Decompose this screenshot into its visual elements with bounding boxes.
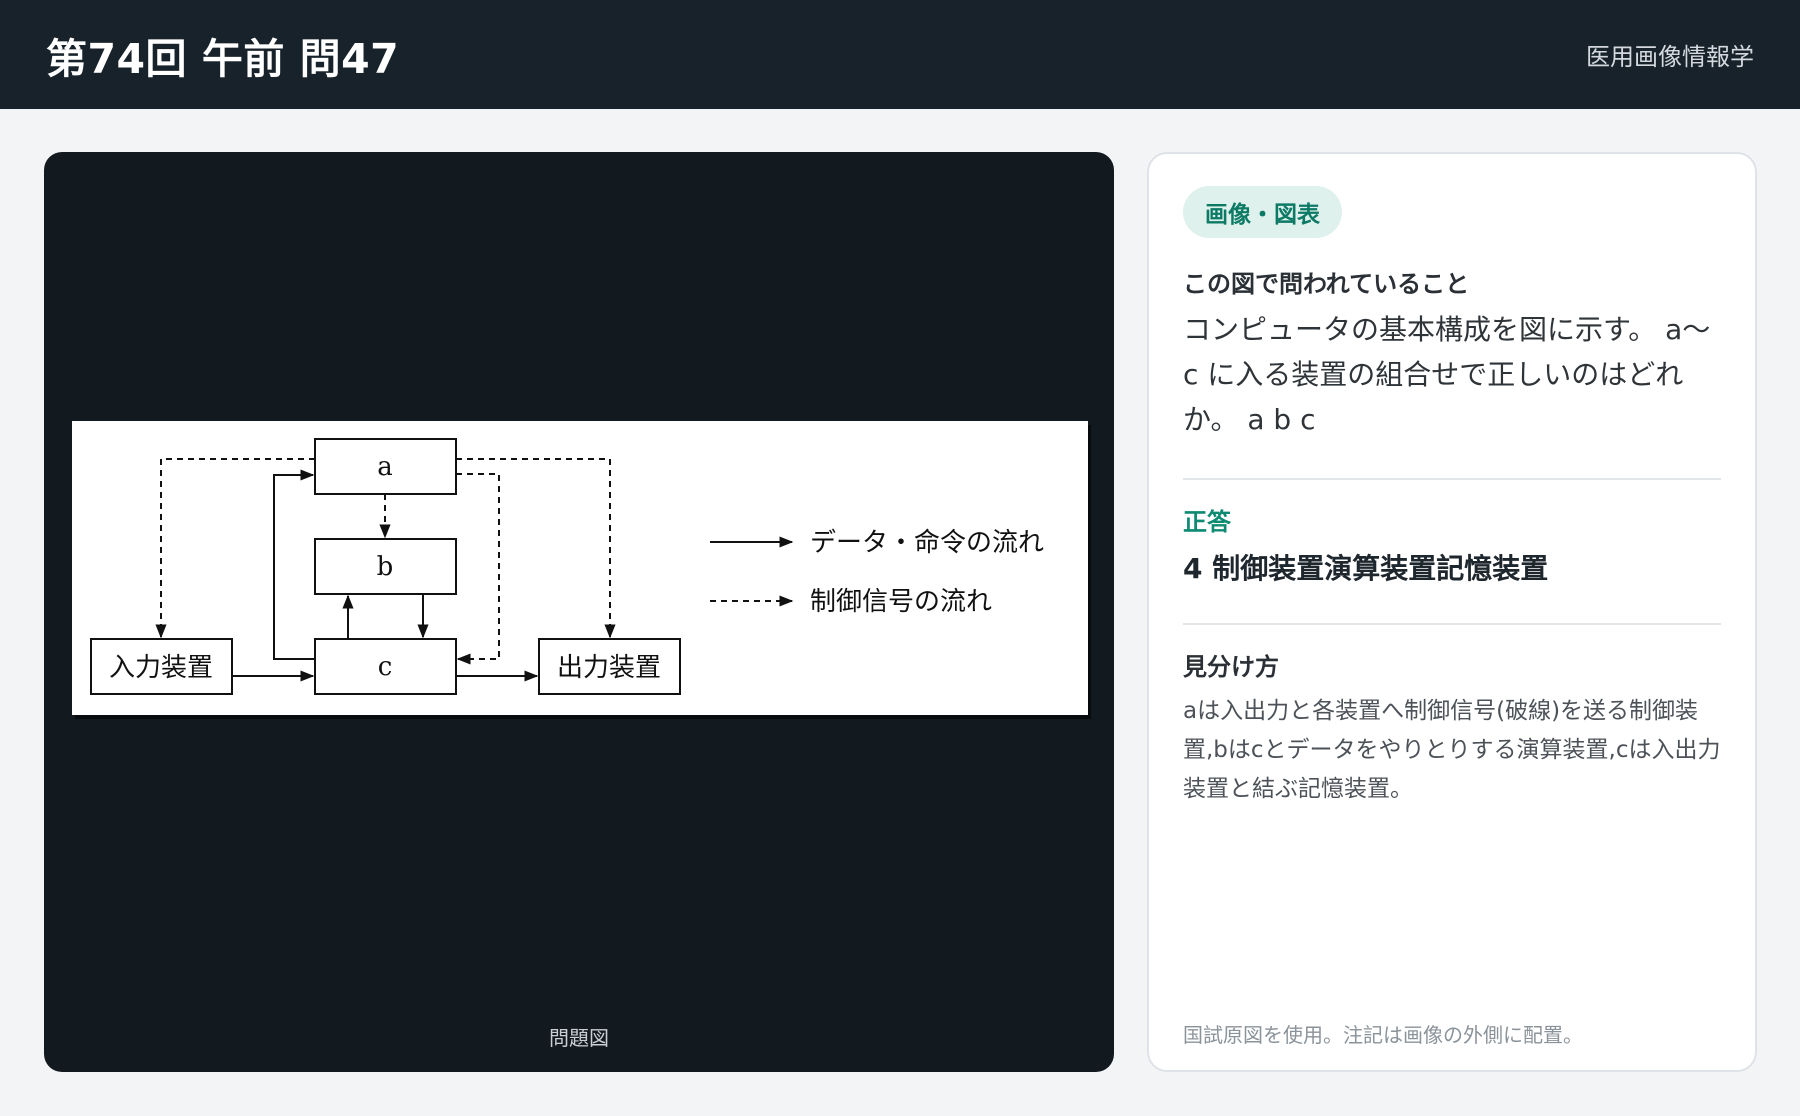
legend-control-label: 制御信号の流れ — [810, 587, 992, 617]
label-output-device: 出力装置 — [557, 653, 661, 683]
question-figure: a b c 入力装置 出力装置 データ・命令の流れ 制御信号の流れ — [72, 421, 1088, 715]
hint-text: aは入出力と各装置へ制御信号(破線)を送る制御装置,bはcとデータをやりとりする… — [1183, 698, 1721, 802]
label-c: c — [378, 652, 393, 682]
label-input-device: 入力装置 — [109, 653, 213, 683]
figure-caption: 問題図 — [549, 1026, 609, 1050]
computer-architecture-diagram: a b c 入力装置 出力装置 データ・命令の流れ 制御信号の流れ — [90, 438, 1044, 695]
answer-label: 正答 — [1183, 508, 1231, 536]
page-title: 第74回 午前 問47 — [46, 34, 400, 83]
subject-label: 医用画像情報学 — [1586, 43, 1754, 71]
divider — [1183, 478, 1721, 480]
label-b: b — [377, 552, 394, 582]
explanation-panel: 画像・図表 この図で問われていること コンピュータの基本構成を図に示す。 a～c… — [1147, 152, 1757, 1072]
question-heading: この図で問われていること — [1183, 270, 1470, 298]
legend-data-label: データ・命令の流れ — [810, 528, 1044, 558]
hint-heading: 見分け方 — [1183, 653, 1279, 681]
figure-viewer: a b c 入力装置 出力装置 データ・命令の流れ 制御信号の流れ 問題図 — [44, 152, 1114, 1072]
divider — [1183, 623, 1721, 625]
category-badge: 画像・図表 — [1183, 186, 1342, 238]
label-a: a — [377, 452, 393, 482]
answer-value: 4 制御装置演算装置記憶装置 — [1183, 552, 1549, 585]
footnote: 国試原図を使用。注記は画像の外側に配置。 — [1183, 1023, 1583, 1047]
question-text: コンピュータの基本構成を図に示す。 a～c に入る装置の組合せで正しいのはどれか… — [1183, 313, 1711, 436]
top-bar: 第74回 午前 問47 医用画像情報学 — [0, 0, 1800, 109]
